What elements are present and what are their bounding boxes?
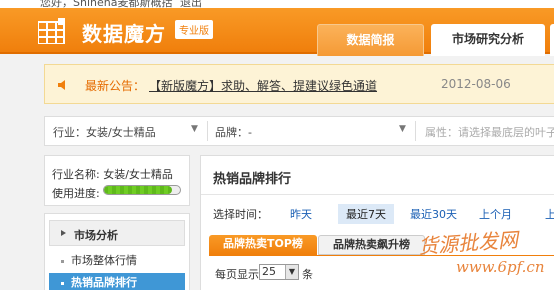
tab-brand-rising-sales[interactable]: 品牌热卖飙升榜 xyxy=(318,235,425,255)
chevron-down-icon[interactable]: ▼ xyxy=(399,124,406,134)
announcement-label: 最新公告： xyxy=(85,79,146,93)
announcement-link[interactable]: 【新版魔方】求助、解答、提建议绿色通道 xyxy=(149,77,377,94)
attribute-filter[interactable]: 属性：请选择最底层的叶子行 xyxy=(425,124,554,140)
progress-label: 使用进度: xyxy=(52,187,100,200)
per-page-unit: 条 xyxy=(302,268,313,281)
time-label: 选择时间： xyxy=(213,208,268,221)
divider xyxy=(207,121,208,141)
time-option-last-7-days[interactable]: 最近7天 xyxy=(338,204,394,224)
brand-filter[interactable]: 品牌：- xyxy=(215,124,252,140)
sidebar-item-hot-brand-ranking[interactable]: 热销品牌排行 xyxy=(49,273,185,290)
divider xyxy=(415,121,416,141)
chevron-down-icon[interactable]: ▼ xyxy=(191,124,198,134)
time-option-overflow[interactable]: 上 xyxy=(545,206,554,222)
progress-fill xyxy=(104,186,173,194)
time-option-last-30-days[interactable]: 最近30天 xyxy=(410,206,457,222)
logo-icon xyxy=(38,18,65,44)
tab-overflow[interactable] xyxy=(550,24,554,56)
speaker-icon xyxy=(58,80,65,90)
edition-badge: 专业版 xyxy=(175,20,213,39)
time-option-yesterday[interactable]: 昨天 xyxy=(290,206,312,222)
sidebar-item-market-overview[interactable]: 市场整体行情 xyxy=(49,251,185,271)
per-page-select[interactable]: 25 ▼ xyxy=(259,264,299,280)
menu-section-title: 市场分析 xyxy=(74,229,118,242)
tab-data-briefing[interactable]: 数据简报 xyxy=(317,24,424,56)
page-title: 热销品牌排行 xyxy=(213,172,292,187)
time-option-last-month[interactable]: 上个月 xyxy=(479,206,512,222)
per-page-value: 25 xyxy=(262,265,276,278)
announcement-date: 2012-08-06 xyxy=(441,77,511,91)
triangle-right-icon xyxy=(61,230,66,236)
top-bar: 您好，Shinena麦都斯概括 退出 xyxy=(0,0,554,9)
chevron-down-icon: ▼ xyxy=(285,265,298,279)
industry-filter[interactable]: 行业：女装/女士精品 xyxy=(53,124,156,140)
menu-section-market-analysis[interactable]: 市场分析 xyxy=(49,220,185,246)
divider xyxy=(201,194,554,195)
app-header: 数据魔方 专业版 数据简报 市场研究分析 xyxy=(0,8,554,56)
announcement-bar: 最新公告： 【新版魔方】求助、解答、提建议绿色通道 2012-08-06 xyxy=(44,64,554,104)
industry-name: 行业名称: 女装/女士精品 xyxy=(52,168,173,181)
per-page-label: 每页显示 xyxy=(215,268,259,281)
filter-bar: 行业：女装/女士精品 ▼ 品牌：- ▼ 属性：请选择最底层的叶子行 xyxy=(44,116,554,146)
usage-progress-bar xyxy=(103,185,181,195)
industry-info-panel: 行业名称: 女装/女士精品 使用进度: xyxy=(44,155,190,206)
brand-name: 数据魔方 xyxy=(82,22,166,46)
tab-brand-top-sales[interactable]: 品牌热卖TOP榜 xyxy=(209,235,317,255)
divider xyxy=(209,255,554,256)
tab-market-research[interactable]: 市场研究分析 xyxy=(431,24,545,56)
watermark-url: www.6pf.cn xyxy=(456,258,545,276)
sidebar-menu: 市场分析 市场整体行情 热销品牌排行 xyxy=(44,213,190,290)
